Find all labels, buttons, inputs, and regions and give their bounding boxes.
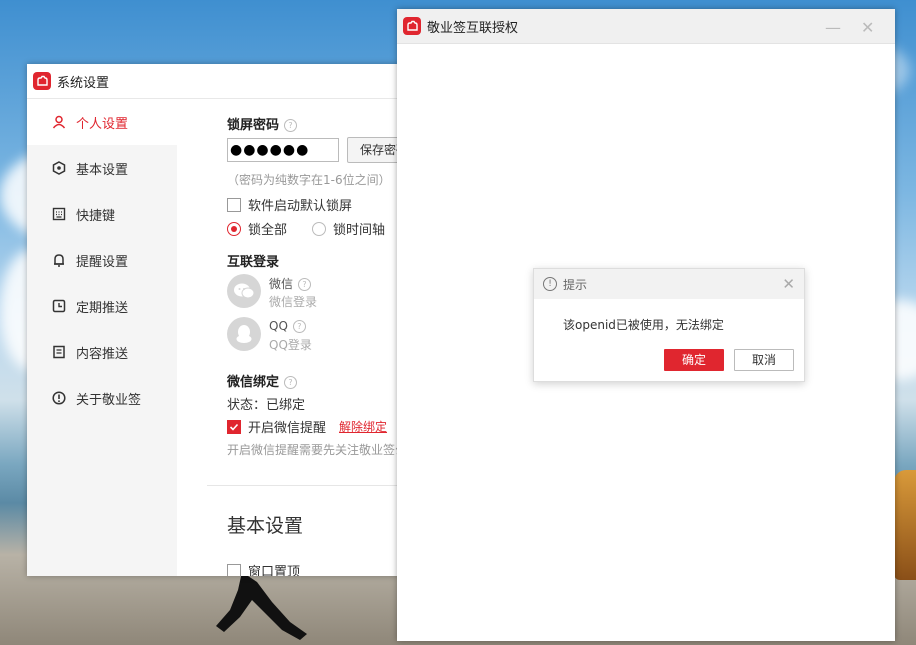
checkbox-box[interactable] xyxy=(227,197,241,212)
unbind-link[interactable]: 解除绑定 xyxy=(339,418,387,435)
wechat-login-link[interactable]: 微信登录 xyxy=(269,293,317,310)
radio-selected[interactable] xyxy=(227,221,241,236)
wechat-icon[interactable] xyxy=(227,274,261,308)
close-button[interactable]: ✕ xyxy=(861,18,874,37)
checkbox-checked[interactable] xyxy=(227,419,241,434)
radio-unselected[interactable] xyxy=(312,221,326,236)
dialog-header: ! 提示 xyxy=(534,269,804,299)
lock-all-label: 锁全部 xyxy=(248,223,288,238)
settings-content: 锁屏密码? ●●●●●● 保存密码 （密码为纯数字在1-6位之间） 软件启动默认… xyxy=(177,99,399,576)
settings-window: 系统设置 个人设置 基本设置 快捷键 提醒设置 定期推送 内容推送 关于敬业签 … xyxy=(27,64,399,576)
sidebar-item-label: 关于敬业签 xyxy=(76,392,142,408)
help-icon[interactable]: ? xyxy=(284,376,298,389)
lock-all-radio[interactable]: 锁全部 xyxy=(227,219,287,238)
sidebar-item-reminder[interactable]: 提醒设置 xyxy=(27,237,177,283)
divider xyxy=(207,485,399,486)
rock-image xyxy=(894,470,916,580)
cancel-button[interactable]: 取消 xyxy=(734,349,794,371)
pin-window-checkbox[interactable]: 窗口置顶 xyxy=(227,561,300,576)
interconnect-login-title: 互联登录 xyxy=(227,255,280,270)
app-logo-icon xyxy=(403,17,421,35)
sidebar-item-label: 定期推送 xyxy=(76,300,129,316)
sidebar-item-label: 基本设置 xyxy=(76,162,129,178)
dialog-message: 该openid已被使用，无法绑定 xyxy=(563,318,724,332)
minimize-button[interactable]: — xyxy=(825,18,841,37)
wechat-binding-title: 微信绑定 xyxy=(227,375,280,390)
help-icon[interactable]: ? xyxy=(284,119,298,132)
binding-status: 状态：已绑定 xyxy=(227,398,306,413)
settings-icon xyxy=(51,160,67,176)
info-icon: ! xyxy=(543,277,557,291)
alert-dialog: ! 提示 ✕ 该openid已被使用，无法绑定 确定 取消 xyxy=(533,268,805,382)
lock-password-title: 锁屏密码 xyxy=(227,118,280,133)
qq-login-link[interactable]: QQ登录 xyxy=(269,336,312,353)
lock-timeline-radio[interactable]: 锁时间轴 xyxy=(312,219,385,238)
lock-password-section-title: 锁屏密码? xyxy=(227,114,298,133)
sidebar-item-shortcuts[interactable]: 快捷键 xyxy=(27,191,177,237)
keyboard-icon xyxy=(51,206,67,222)
lock-password-input[interactable]: ●●●●●● xyxy=(227,138,339,162)
help-icon[interactable]: ? xyxy=(298,278,312,291)
save-password-button[interactable]: 保存密码 xyxy=(347,137,399,163)
password-hint: （密码为纯数字在1-6位之间） xyxy=(227,173,391,187)
app-logo-icon xyxy=(33,72,51,90)
wechat-reminder-label: 开启微信提醒 xyxy=(248,421,327,436)
wechat-reminder-note: 开启微信提醒需要先关注敬业签公众号 xyxy=(227,443,399,457)
settings-title: 系统设置 xyxy=(57,75,110,91)
clock-icon xyxy=(51,298,67,314)
confirm-button[interactable]: 确定 xyxy=(664,349,724,371)
wechat-name-text: 微信 xyxy=(269,277,294,291)
auto-lock-label: 软件启动默认锁屏 xyxy=(248,199,353,214)
wechat-reminder-checkbox[interactable]: 开启微信提醒 xyxy=(227,417,326,436)
user-icon xyxy=(51,114,67,130)
auth-titlebar[interactable]: 敬业签互联授权 xyxy=(397,9,895,44)
settings-titlebar[interactable]: 系统设置 xyxy=(27,64,399,99)
bell-icon xyxy=(51,252,67,268)
help-icon[interactable]: ? xyxy=(292,320,306,333)
sidebar-item-about[interactable]: 关于敬业签 xyxy=(27,375,177,421)
sidebar-item-label: 快捷键 xyxy=(76,208,116,224)
sidebar-item-scheduled-push[interactable]: 定期推送 xyxy=(27,283,177,329)
lock-timeline-label: 锁时间轴 xyxy=(333,223,386,238)
sidebar-item-label: 个人设置 xyxy=(76,116,129,132)
checkbox-box[interactable] xyxy=(227,563,241,576)
qq-name-text: QQ xyxy=(269,319,288,333)
settings-sidebar: 个人设置 基本设置 快捷键 提醒设置 定期推送 内容推送 关于敬业签 xyxy=(27,99,177,576)
sidebar-item-label: 提醒设置 xyxy=(76,254,129,270)
sidebar-item-basic[interactable]: 基本设置 xyxy=(27,145,177,191)
auth-title: 敬业签互联授权 xyxy=(427,20,519,36)
document-icon xyxy=(51,344,67,360)
sidebar-item-content-push[interactable]: 内容推送 xyxy=(27,329,177,375)
qq-icon[interactable] xyxy=(227,317,261,351)
sidebar-item-label: 内容推送 xyxy=(76,346,129,362)
auto-lock-checkbox[interactable]: 软件启动默认锁屏 xyxy=(227,195,352,214)
sidebar-item-personal[interactable]: 个人设置 xyxy=(27,99,177,145)
close-icon[interactable]: ✕ xyxy=(782,275,795,293)
basic-settings-title: 基本设置 xyxy=(227,515,304,537)
runner-image xyxy=(216,572,307,640)
qq-name: QQ? xyxy=(269,319,306,333)
wechat-binding-section-title: 微信绑定? xyxy=(227,371,298,390)
pin-window-label: 窗口置顶 xyxy=(248,565,301,576)
info-icon xyxy=(51,390,67,406)
dialog-title: 提示 xyxy=(563,277,588,292)
wechat-name: 微信? xyxy=(269,275,312,292)
